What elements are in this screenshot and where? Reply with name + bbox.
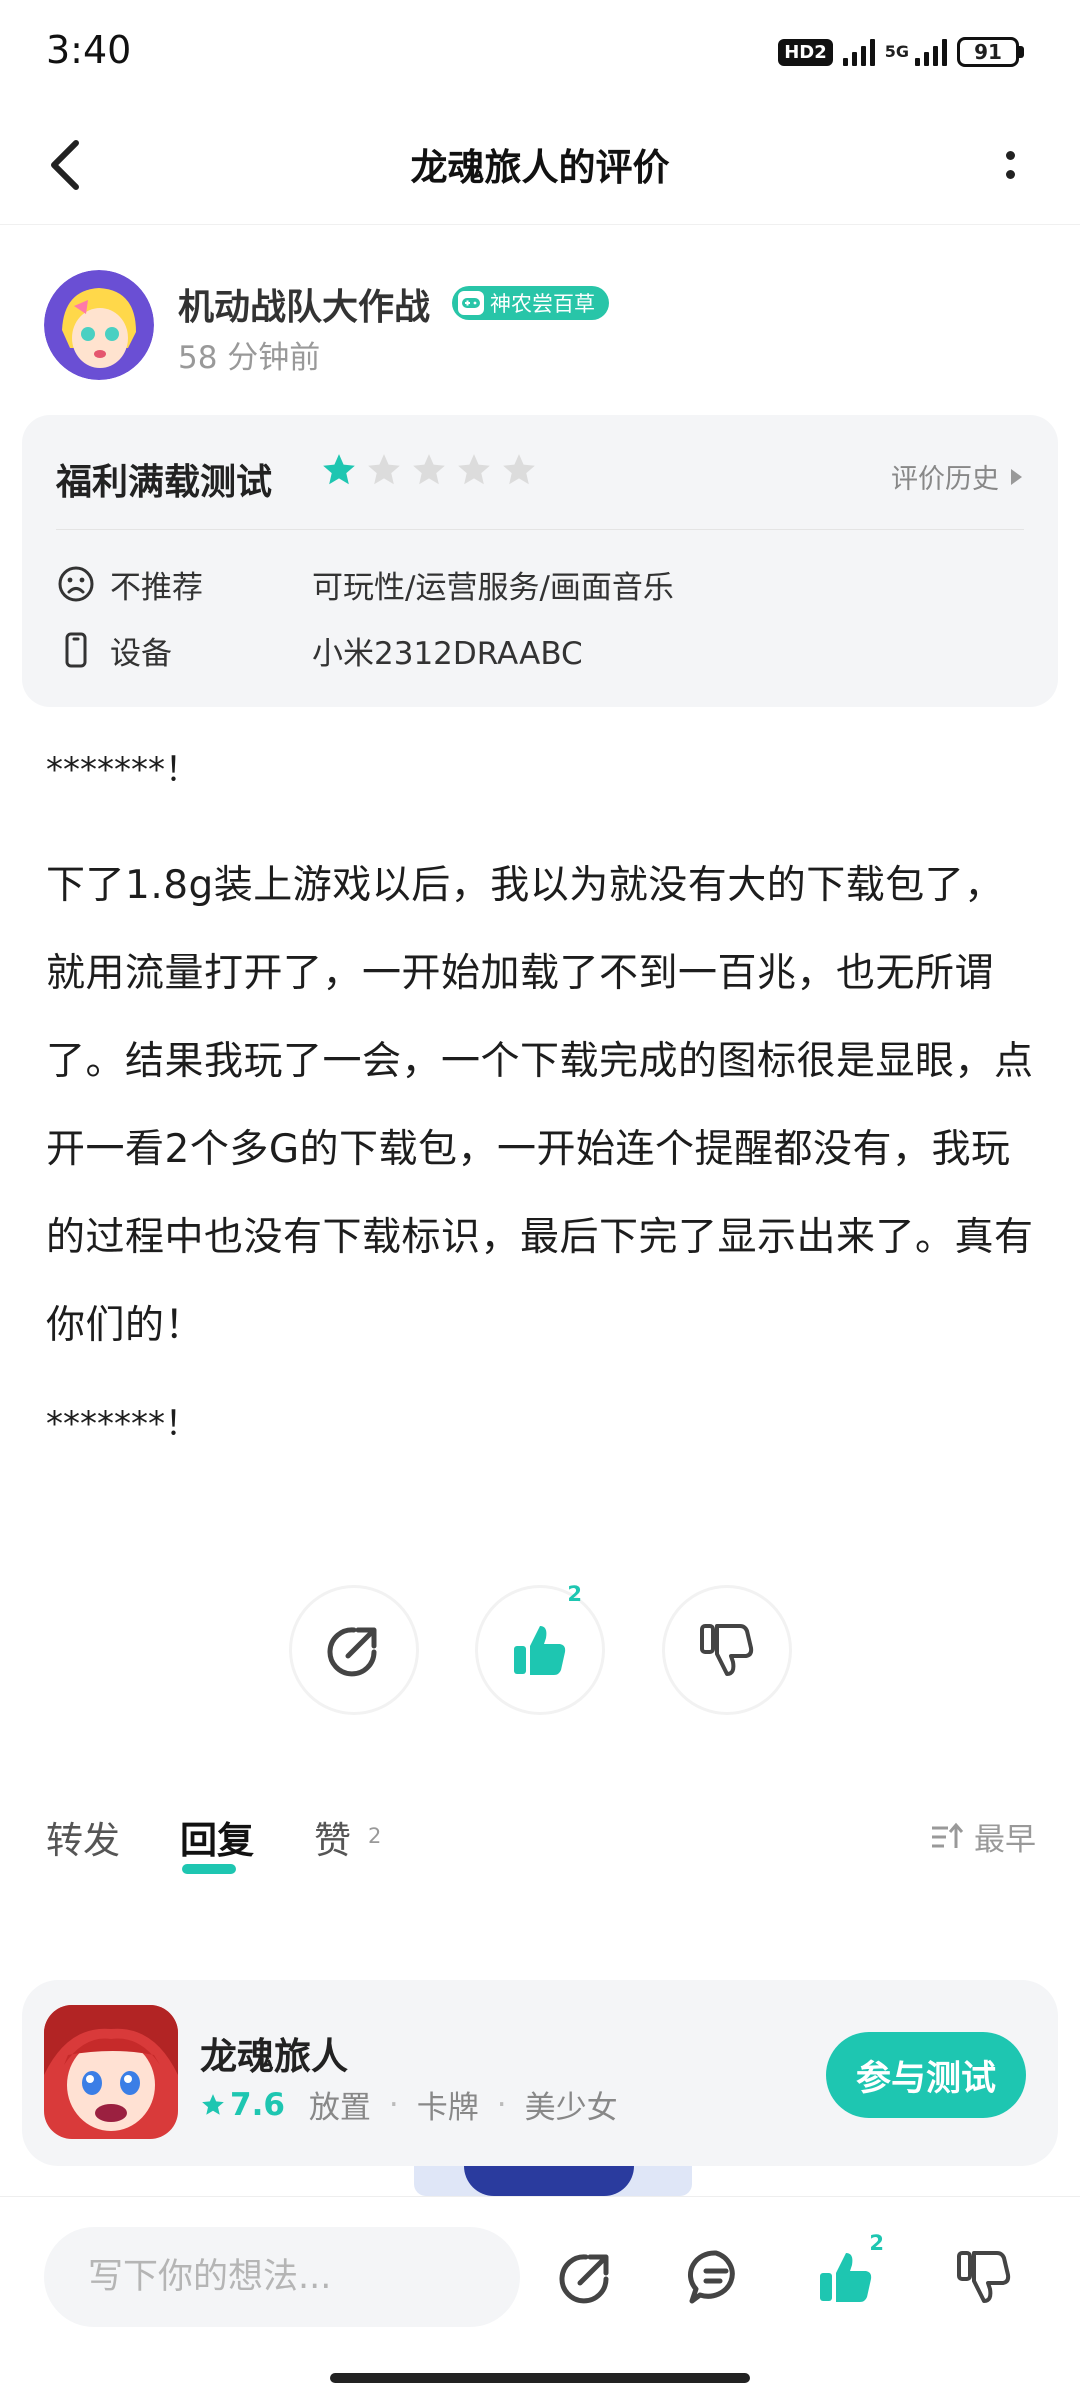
tab-likes[interactable]: 赞: [314, 1810, 351, 1864]
signal-icon-2: [915, 38, 947, 66]
recommend-value: 可玩性/运营服务/画面音乐: [312, 569, 674, 606]
author-badge: 神农尝百草: [452, 286, 609, 320]
comment-bubble-icon: [687, 2250, 735, 2304]
star-empty-icon: [413, 454, 445, 485]
star-empty-icon: [458, 454, 490, 485]
share-icon: [559, 2254, 609, 2304]
game-meta: 7.6 放置 · 卡牌 · 美少女: [200, 2082, 618, 2127]
review-line-first: *******！: [46, 750, 199, 790]
caret-right-icon: [1011, 468, 1022, 485]
game-tag: 美少女: [524, 2090, 618, 2126]
likes-tab-count: 2: [368, 1824, 382, 1848]
thumbs-up-icon: [514, 1626, 566, 1675]
review-body: *******！ 下了1.8g装上游戏以后，我以为就没有大的下载包了，就用流量打…: [46, 730, 1036, 1464]
review-test-title: 福利满载测试: [56, 462, 273, 503]
phone-icon: [56, 630, 96, 670]
device-value: 小米2312DRAABC: [312, 635, 583, 672]
game-score-value: 7.6: [230, 2086, 285, 2123]
background-peek-image: [414, 2166, 692, 2196]
sort-icon: [932, 1822, 964, 1848]
status-time: 3:40: [46, 28, 132, 72]
bar-like-button[interactable]: 2: [806, 2231, 886, 2317]
post-time: 58 分钟前: [178, 340, 321, 376]
author-row: 机动战队大作战 神农尝百草 58 分钟前: [44, 270, 1034, 380]
review-info-card: 福利满载测试 评价历史 不推荐 可玩性/运营服务/画面音乐 设备 小米2312D…: [22, 415, 1058, 707]
recommend-row: 不推荐 可玩性/运营服务/画面音乐: [56, 561, 1016, 607]
bar-dislike-button[interactable]: [944, 2237, 1024, 2317]
status-bar: 3:40 HD2 5G 91: [0, 0, 1080, 105]
game-tag: 放置: [308, 2090, 371, 2126]
page-title: 龙魂旅人的评价: [410, 146, 670, 189]
top-app-bar: 龙魂旅人的评价: [0, 105, 1080, 225]
bottom-action-bar: 2: [0, 2196, 1080, 2400]
sort-label: 最早: [974, 1822, 1036, 1858]
avatar[interactable]: [44, 270, 154, 380]
bar-like-count: 2: [869, 2231, 884, 2255]
recommend-label: 不推荐: [110, 569, 203, 606]
rating-history-link[interactable]: 评价历史: [891, 457, 1022, 496]
rating-history-label: 评价历史: [891, 464, 999, 495]
home-indicator[interactable]: [330, 2373, 750, 2383]
game-name: 龙魂旅人: [200, 2035, 348, 2078]
sort-button[interactable]: 最早: [930, 1814, 1036, 1859]
thumbs-down-icon: [700, 1624, 754, 1676]
hd-badge: HD2: [778, 38, 833, 66]
gamepad-icon: [458, 291, 484, 315]
signal-icon: [842, 38, 875, 66]
review-actions: 2: [0, 1582, 1080, 1715]
device-row: 设备 小米2312DRAABC: [56, 627, 1016, 673]
star-icon: [202, 2093, 224, 2115]
battery-icon: 91: [957, 37, 1024, 67]
game-tag: 卡牌: [416, 2090, 479, 2126]
game-icon: [44, 2005, 178, 2139]
bar-share-button[interactable]: [546, 2237, 626, 2317]
tab-repost[interactable]: 转发: [46, 1810, 120, 1864]
more-options-button[interactable]: [980, 135, 1040, 195]
star-filled-icon: [323, 454, 355, 485]
divider: [56, 529, 1024, 530]
share-button[interactable]: [289, 1585, 419, 1715]
rating-stars: [320, 451, 538, 489]
review-detail-page: 3:40 HD2 5G 91 龙魂旅人的评价 机动战队大作战 神农尝百草 58 …: [0, 0, 1080, 2400]
comment-tabs: 转发 回复 赞 2 最早: [46, 1810, 1036, 1880]
battery-level: 91: [957, 37, 1019, 67]
thumbs-down-icon: [957, 2251, 1011, 2303]
star-empty-icon: [368, 454, 400, 485]
star-empty-icon: [503, 454, 535, 485]
review-line-last: *******！: [46, 1404, 199, 1444]
review-text: 下了1.8g装上游戏以后，我以为就没有大的下载包了，就用流量打开了，一开始加载了…: [46, 863, 1034, 1348]
dislike-button[interactable]: [662, 1585, 792, 1715]
like-count: 2: [567, 1582, 582, 1606]
game-score: 7.6: [200, 2087, 285, 2123]
join-test-button[interactable]: 参与测试: [826, 2032, 1026, 2118]
more-dots-icon: [1005, 151, 1015, 160]
comment-input[interactable]: [44, 2227, 520, 2327]
tab-reply[interactable]: 回复: [180, 1810, 254, 1864]
network-type: 5G: [884, 42, 909, 61]
share-icon: [327, 1627, 377, 1677]
bar-comment-button[interactable]: [676, 2237, 756, 2317]
badge-label: 神农尝百草: [490, 292, 595, 316]
like-button[interactable]: 2: [475, 1582, 605, 1715]
author-name[interactable]: 机动战队大作战: [178, 278, 430, 330]
sad-face-icon: [56, 564, 96, 604]
device-label: 设备: [110, 635, 172, 672]
active-tab-indicator: [182, 1864, 236, 1874]
status-icons: HD2 5G 91: [778, 30, 1024, 74]
game-card[interactable]: 龙魂旅人 7.6 放置 · 卡牌 · 美少女 参与测试: [22, 1980, 1058, 2166]
